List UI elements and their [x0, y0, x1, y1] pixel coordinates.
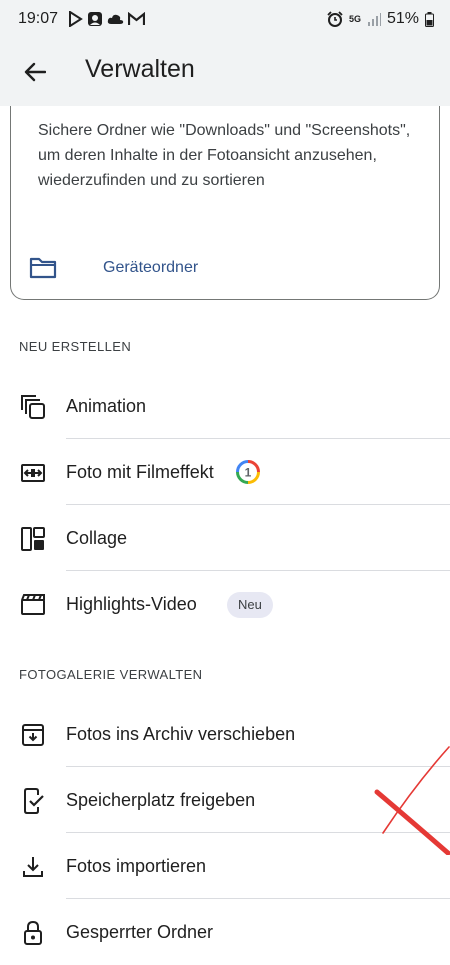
item-label: Speicherplatz freigeben	[66, 790, 256, 810]
phone-check-icon	[20, 788, 46, 814]
divider	[66, 570, 450, 571]
list-item-import-photos[interactable]: Fotos importieren	[0, 834, 450, 900]
animation-icon	[20, 394, 46, 420]
list-item-cinematic-photo[interactable]: Foto mit Filmeffekt 1	[0, 440, 450, 506]
gmail-icon	[128, 12, 145, 25]
item-label: Gesperrter Ordner	[66, 922, 214, 942]
card-description: Sichere Ordner wie "Downloads" und "Scre…	[38, 122, 411, 189]
page-title: Verwalten	[85, 55, 195, 83]
list-item-animation[interactable]: Animation	[0, 374, 450, 440]
item-label: Foto mit Filmeffekt	[66, 462, 214, 482]
network-type: 5G	[348, 13, 361, 24]
status-time: 19:07	[18, 10, 59, 27]
collage-icon	[20, 526, 46, 552]
list-item-locked-folder[interactable]: Gesperrter Ordner	[0, 900, 450, 965]
divider	[66, 898, 450, 899]
status-bar: 19:07 5G 51%	[0, 0, 450, 40]
status-system-icons: 5G 51%	[327, 10, 434, 28]
device-folders-label: Geräteordner	[103, 259, 199, 276]
list-item-free-up-space[interactable]: Speicherplatz freigeben	[0, 768, 450, 834]
lock-icon	[20, 920, 46, 946]
divider	[66, 438, 450, 439]
archive-icon	[20, 722, 46, 748]
back-button[interactable]	[16, 53, 54, 91]
item-label: Highlights-Video	[66, 594, 197, 614]
battery-icon	[425, 11, 434, 27]
play-icon	[69, 11, 83, 27]
item-label: Fotos ins Archiv verschieben	[66, 724, 296, 744]
list-item-archive[interactable]: Fotos ins Archiv verschieben	[0, 702, 450, 768]
battery-percent: 51%	[386, 10, 419, 27]
folder-icon	[29, 257, 57, 279]
new-badge: Neu	[227, 592, 273, 618]
item-label: Animation	[66, 396, 147, 416]
signal-icon	[367, 13, 381, 26]
image-icon	[88, 12, 102, 26]
item-label: Collage	[66, 528, 128, 548]
google-one-badge: 1	[236, 460, 260, 484]
clapperboard-icon	[20, 592, 46, 618]
alarm-icon	[327, 11, 343, 27]
cinematic-icon	[20, 460, 46, 486]
device-folder-card: Sichere Ordner wie "Downloads" und "Scre…	[10, 106, 440, 300]
svg-text:1: 1	[245, 466, 252, 480]
section-header-manage: FOTOGALERIE VERWALTEN	[19, 667, 203, 682]
list-item-highlights-video[interactable]: Highlights-Video Neu	[0, 572, 450, 638]
app-bar: Verwalten	[0, 40, 450, 106]
list-item-collage[interactable]: Collage	[0, 506, 450, 572]
divider	[66, 504, 450, 505]
device-folders-button[interactable]: Geräteordner	[29, 256, 198, 280]
status-notification-icons	[68, 11, 145, 27]
divider	[66, 766, 450, 767]
download-icon	[20, 854, 46, 880]
arrow-back-icon	[24, 62, 46, 82]
cloud-icon	[107, 14, 124, 24]
divider	[66, 832, 450, 833]
section-header-create: NEU ERSTELLEN	[19, 339, 132, 354]
item-label: Fotos importieren	[66, 856, 207, 876]
